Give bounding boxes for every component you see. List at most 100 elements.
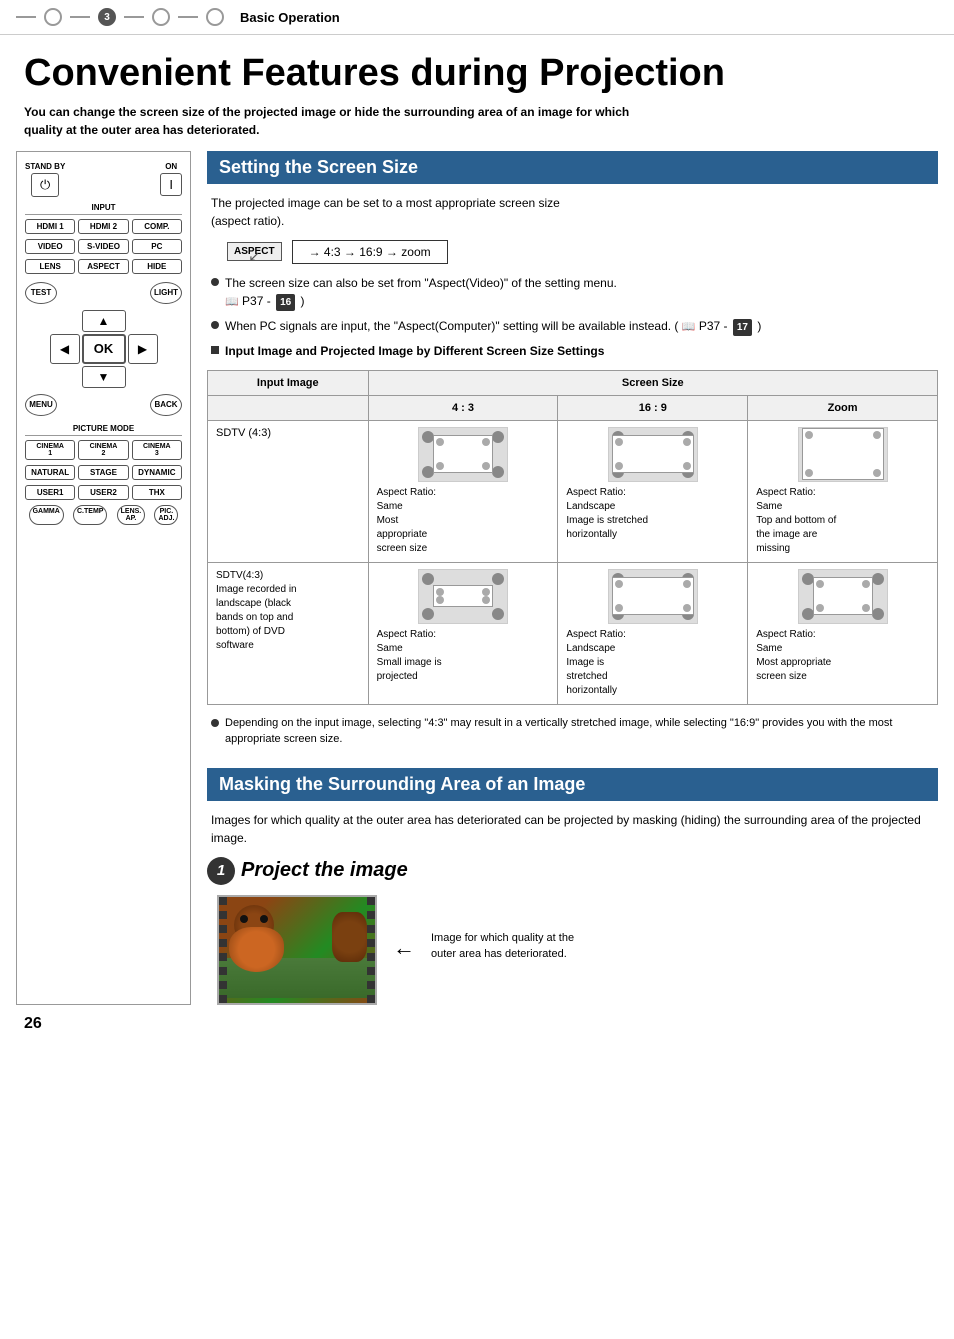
- row2-cell-2: Aspect Ratio: Landscape Image is stretch…: [558, 562, 748, 704]
- step-circle-1: 1: [207, 857, 235, 885]
- masking-section: Masking the Surrounding Area of an Image…: [207, 768, 938, 1005]
- dynamic-btn[interactable]: DYNAMIC: [132, 465, 182, 480]
- nav-line-4: [178, 16, 198, 18]
- col-169: 16 : 9: [558, 395, 748, 420]
- aspect-btn[interactable]: ASPECT: [78, 259, 128, 274]
- natural-btn[interactable]: NATURAL: [25, 465, 75, 480]
- pic-adj-btn[interactable]: PIC. ADJ.: [154, 505, 178, 525]
- aspect-sequence-box: → 4:3 → 16:9 → zoom: [292, 240, 448, 264]
- panda-image: [217, 895, 377, 1005]
- masking-text: Images for which quality at the outer ar…: [207, 811, 938, 847]
- row2-cell-3: Aspect Ratio: Same Most appropriate scre…: [748, 562, 938, 704]
- cinema-row: CINEMA 1 CINEMA 2 CINEMA 3: [25, 440, 182, 460]
- picture-mode-label: PICTURE MODE: [25, 424, 182, 436]
- nav-step-5: [206, 8, 224, 26]
- col-zoom: Zoom: [748, 395, 938, 420]
- comp-btn[interactable]: COMP.: [132, 219, 182, 234]
- row2-cell3-desc: Aspect Ratio: Same Most appropriate scre…: [756, 628, 929, 684]
- row1-cell-3: Aspect Ratio: Same Top and bottom of the…: [748, 420, 938, 562]
- row2-cell2-desc: Aspect Ratio: Landscape Image is stretch…: [566, 628, 739, 698]
- right-content: Setting the Screen Size The projected im…: [207, 151, 938, 1005]
- test-light-row: TEST LIGHT: [25, 282, 182, 304]
- nav-line-2: [70, 16, 90, 18]
- badge-17: 17: [733, 319, 752, 336]
- menu-back-row: MENU BACK: [25, 394, 182, 416]
- back-btn[interactable]: BACK: [150, 394, 182, 416]
- svideo-btn[interactable]: S-VIDEO: [78, 239, 128, 254]
- lens-btn[interactable]: LENS: [25, 259, 75, 274]
- input-image-header: Input Image: [208, 370, 369, 395]
- corner-br: [492, 466, 504, 478]
- aspect-sequence: → 4:3 → 16:9 → zoom: [309, 245, 431, 259]
- table-header-bullet: Input Image and Projected Image by Diffe…: [207, 342, 938, 360]
- stand-by-btn[interactable]: ⏻: [31, 173, 59, 197]
- small-inner: [433, 585, 493, 607]
- empty-cell: [208, 395, 369, 420]
- bullet-1-text: The screen size can also be set from "As…: [225, 274, 617, 311]
- row1-cell3-desc: Aspect Ratio: Same Top and bottom of the…: [756, 486, 929, 556]
- up-arrow[interactable]: ▲: [82, 310, 126, 332]
- main-layout: STAND BY ⏻ ON I INPUT HDMI 1 HDMI 2 COMP…: [0, 151, 954, 1005]
- row1-cell-1: Aspect Ratio: Same Most appropriate scre…: [368, 420, 558, 562]
- input-row-2: VIDEO S-VIDEO PC: [25, 239, 182, 254]
- book-icon-2: 📖: [682, 321, 696, 333]
- lens-ap-btn[interactable]: LENS. AP.: [117, 505, 146, 525]
- img-wide-2: [608, 569, 698, 624]
- img-small-1: [418, 569, 508, 624]
- nav-step-4: [152, 8, 170, 26]
- note-text: Depending on the input image, selecting …: [225, 715, 938, 748]
- user1-btn[interactable]: USER1: [25, 485, 75, 500]
- nav-title: Basic Operation: [240, 10, 340, 25]
- light-btn[interactable]: LIGHT: [150, 282, 182, 304]
- bullet-1: The screen size can also be set from "As…: [207, 274, 938, 311]
- inner-rect-2: [813, 577, 873, 615]
- bullet2-ref: P37 -: [699, 319, 728, 333]
- menu-btn[interactable]: MENU: [25, 394, 57, 416]
- video-btn[interactable]: VIDEO: [25, 239, 75, 254]
- ok-btn[interactable]: OK: [82, 334, 126, 364]
- top-navigation: 3 Basic Operation: [0, 0, 954, 35]
- mode-row-3: USER1 USER2 THX: [25, 485, 182, 500]
- mode-row-2: NATURAL STAGE DYNAMIC: [25, 465, 182, 480]
- note-bullet: Depending on the input image, selecting …: [207, 715, 938, 748]
- inner-rect: [433, 435, 493, 473]
- masking-header: Masking the Surrounding Area of an Image: [207, 768, 938, 801]
- hide-btn[interactable]: HIDE: [132, 259, 182, 274]
- right-arrow[interactable]: ▶: [128, 334, 158, 364]
- stage-btn[interactable]: STAGE: [78, 465, 128, 480]
- thx-btn[interactable]: THX: [132, 485, 182, 500]
- left-arrow[interactable]: ◀: [50, 334, 80, 364]
- image-caption: Image for which quality at the outer are…: [431, 930, 591, 963]
- bullet-dot-2: [211, 321, 219, 329]
- row2-cell-1: Aspect Ratio: Same Small image is projec…: [368, 562, 558, 704]
- on-btn[interactable]: I: [160, 173, 182, 196]
- screen-size-text: The projected image can be set to a most…: [207, 194, 938, 230]
- table-header-text: Input Image and Projected Image by Diffe…: [225, 342, 604, 360]
- down-arrow[interactable]: ▼: [82, 366, 126, 388]
- page-title: Convenient Features during Projection: [0, 35, 954, 103]
- cinema2-btn[interactable]: CINEMA 2: [78, 440, 128, 460]
- nav-step-1: [44, 8, 62, 26]
- test-btn[interactable]: TEST: [25, 282, 57, 304]
- setting-screen-size-header: Setting the Screen Size: [207, 151, 938, 184]
- cinema3-btn[interactable]: CINEMA 3: [132, 440, 182, 460]
- bullet1-ref: P37 -: [242, 294, 271, 308]
- pc-btn[interactable]: PC: [132, 239, 182, 254]
- stand-by-label: STAND BY: [25, 162, 65, 171]
- table-row-2: SDTV(4:3) Image recorded in landscape (b…: [208, 562, 938, 704]
- input-row-1: HDMI 1 HDMI 2 COMP.: [25, 219, 182, 234]
- step-1-title: 1 Project the image: [207, 857, 938, 885]
- user2-btn[interactable]: USER2: [78, 485, 128, 500]
- row1-cell-2: Aspect Ratio: Landscape Image is stretch…: [558, 420, 748, 562]
- badge-16: 16: [276, 294, 295, 311]
- cinema1-btn[interactable]: CINEMA 1: [25, 440, 75, 460]
- page-number: 26: [0, 1005, 954, 1043]
- gamma-btn[interactable]: GAMMA: [29, 505, 64, 525]
- hdmi2-btn[interactable]: HDMI 2: [78, 219, 128, 234]
- bullet-2-text: When PC signals are input, the "Aspect(C…: [225, 317, 761, 336]
- row2-cell1-desc: Aspect Ratio: Same Small image is projec…: [377, 628, 550, 684]
- screen-size-table: Input Image Screen Size 4 : 3 16 : 9 Zoo…: [207, 370, 938, 705]
- hdmi1-btn[interactable]: HDMI 1: [25, 219, 75, 234]
- remote-control: STAND BY ⏻ ON I INPUT HDMI 1 HDMI 2 COMP…: [16, 151, 191, 1005]
- ctemp-btn[interactable]: C.TEMP: [73, 505, 107, 525]
